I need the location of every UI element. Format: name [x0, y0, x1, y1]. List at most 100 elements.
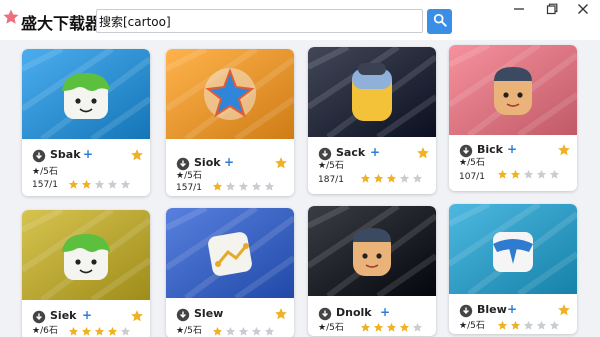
rating-star-icon — [94, 179, 105, 189]
game-thumbnail[interactable] — [308, 47, 436, 137]
close-icon — [577, 0, 589, 19]
download-icon[interactable] — [176, 307, 190, 322]
favorite-star-icon[interactable] — [274, 306, 288, 320]
game-thumbnail[interactable] — [449, 204, 577, 294]
download-icon[interactable] — [318, 146, 332, 161]
game-name: Dnolk — [336, 306, 372, 319]
favorite-star-icon[interactable] — [130, 147, 144, 161]
add-icon[interactable]: + — [82, 308, 92, 322]
rating-star-icon — [264, 326, 275, 336]
rating-star-icon — [94, 326, 105, 336]
rating-star-icon — [251, 181, 262, 191]
size-label: ★/5石 — [318, 323, 344, 333]
game-card[interactable]: Blew + ★/5石 — [449, 204, 577, 334]
rating-star-icon — [386, 322, 397, 332]
rating-star-icon — [251, 326, 262, 336]
game-card[interactable]: Slew ★/5石 — [166, 208, 294, 337]
rating-star-icon — [549, 169, 560, 179]
rating-stars — [68, 326, 131, 337]
size-label: ★/5石 — [176, 171, 202, 181]
card-title-row: Siok + — [166, 155, 294, 171]
download-icon[interactable] — [459, 143, 473, 158]
favorite-star-icon[interactable] — [130, 308, 144, 322]
rating-star-icon — [238, 326, 249, 336]
rating-star-icon — [107, 179, 118, 189]
game-name: Bick — [477, 143, 503, 156]
rating-star-icon — [120, 326, 131, 336]
game-thumbnail[interactable] — [22, 210, 150, 300]
game-name: Siek — [50, 309, 77, 322]
add-icon[interactable]: + — [507, 302, 517, 316]
game-thumbnail[interactable] — [166, 49, 294, 139]
rating-star-icon — [107, 326, 118, 336]
close-button[interactable] — [576, 2, 590, 16]
size-label: ★/5石 — [318, 161, 344, 171]
favorite-star-icon[interactable] — [274, 155, 288, 169]
rating-star-icon — [225, 181, 236, 191]
rating-star-icon — [120, 179, 131, 189]
rating-stars — [360, 173, 423, 185]
add-icon[interactable]: + — [370, 145, 380, 159]
rating-star-icon — [412, 322, 423, 332]
add-icon[interactable]: + — [83, 147, 93, 161]
favorite-star-icon[interactable] — [557, 142, 571, 156]
count-label: 157/1 — [32, 180, 58, 190]
rating-star-icon — [510, 169, 521, 179]
maximize-button[interactable] — [545, 2, 559, 16]
rating-star-icon — [373, 173, 384, 183]
rating-star-icon — [212, 181, 223, 191]
rating-star-icon — [510, 320, 521, 330]
search-input[interactable] — [99, 12, 417, 30]
rating-star-icon — [523, 169, 534, 179]
rating-stars — [212, 326, 275, 337]
count-label: 157/1 — [176, 183, 202, 193]
rating-star-icon — [373, 322, 384, 332]
game-thumbnail[interactable] — [308, 206, 436, 296]
rating-star-icon — [238, 181, 249, 191]
count-label: 187/1 — [318, 175, 344, 185]
game-card[interactable]: Sbak + ★/5石 157/1 — [22, 49, 150, 196]
add-icon[interactable]: + — [380, 305, 390, 319]
download-icon[interactable] — [318, 306, 332, 321]
game-card[interactable]: Siok + ★/5石 157/1 — [166, 49, 294, 196]
size-label: ★/5石 — [176, 326, 202, 336]
rating-star-icon — [264, 181, 275, 191]
game-card[interactable]: Bick + ★/5石 107/1 — [449, 45, 577, 191]
rating-stars — [497, 169, 560, 181]
game-name: Sack — [336, 146, 366, 159]
rating-stars — [497, 320, 560, 332]
rating-star-icon — [549, 320, 560, 330]
download-icon[interactable] — [176, 156, 190, 171]
download-icon[interactable] — [459, 303, 473, 318]
game-name: Blew — [477, 303, 507, 316]
size-label: ★/5石 — [459, 158, 485, 168]
game-thumbnail[interactable] — [449, 45, 577, 135]
app-title: 盛大下载器 — [21, 14, 102, 33]
rating-star-icon — [523, 320, 534, 330]
minimize-button[interactable] — [512, 2, 526, 16]
add-icon[interactable]: + — [224, 155, 234, 169]
game-card[interactable]: Sack + ★/5石 187/1 — [308, 47, 436, 194]
rating-star-icon — [412, 173, 423, 183]
favorite-star-icon[interactable] — [416, 145, 430, 159]
search-box — [96, 9, 423, 33]
game-card[interactable]: Dnolk + ★/5石 — [308, 206, 436, 336]
rating-star-icon — [386, 173, 397, 183]
rating-star-icon — [360, 173, 371, 183]
search-icon — [433, 12, 447, 31]
game-name: Slew — [194, 307, 224, 320]
game-grid: Sbak + ★/5石 157/1 Siok + ★/5石 157/1 Sack… — [0, 40, 600, 337]
rating-star-icon — [225, 326, 236, 336]
download-icon[interactable] — [32, 148, 46, 163]
search-button[interactable] — [427, 9, 452, 34]
favorite-star-icon[interactable] — [557, 302, 571, 316]
card-title-row: Blew + — [449, 302, 577, 318]
rating-star-icon — [68, 326, 79, 336]
rating-star-icon — [360, 322, 371, 332]
game-card[interactable]: Siek + ★/6石 — [22, 210, 150, 337]
game-thumbnail[interactable] — [22, 49, 150, 139]
download-icon[interactable] — [32, 309, 46, 324]
add-icon[interactable]: + — [507, 142, 517, 156]
card-title-row: Sbak + — [22, 147, 150, 163]
game-thumbnail[interactable] — [166, 208, 294, 298]
